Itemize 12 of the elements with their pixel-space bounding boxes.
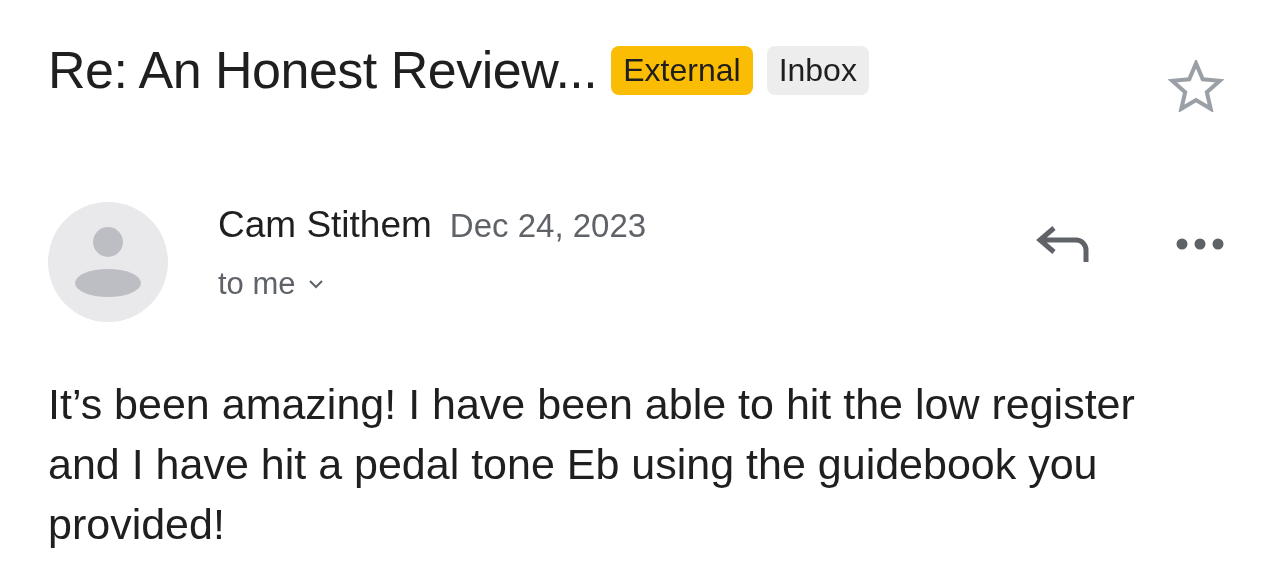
recipient-toggle[interactable]: to me bbox=[218, 266, 647, 302]
person-icon bbox=[75, 227, 141, 297]
star-button[interactable] bbox=[1168, 60, 1224, 112]
chevron-down-icon bbox=[307, 279, 324, 289]
message-body: It’s been amazing! I have been able to hit the low register and I have hit a pedal tone Eb using the guidebook you provided! bbox=[48, 379, 1136, 550]
reply-button[interactable] bbox=[1036, 224, 1092, 264]
more-button[interactable] bbox=[1176, 238, 1224, 250]
label-tag[interactable]: External bbox=[611, 45, 753, 95]
email-subject: Re: An Honest Review... bbox=[48, 40, 598, 100]
label-tag[interactable]: Inbox bbox=[766, 45, 869, 95]
message-date: Dec 24, 2023 bbox=[449, 207, 647, 245]
sender-name: Cam Stithem bbox=[218, 204, 432, 246]
